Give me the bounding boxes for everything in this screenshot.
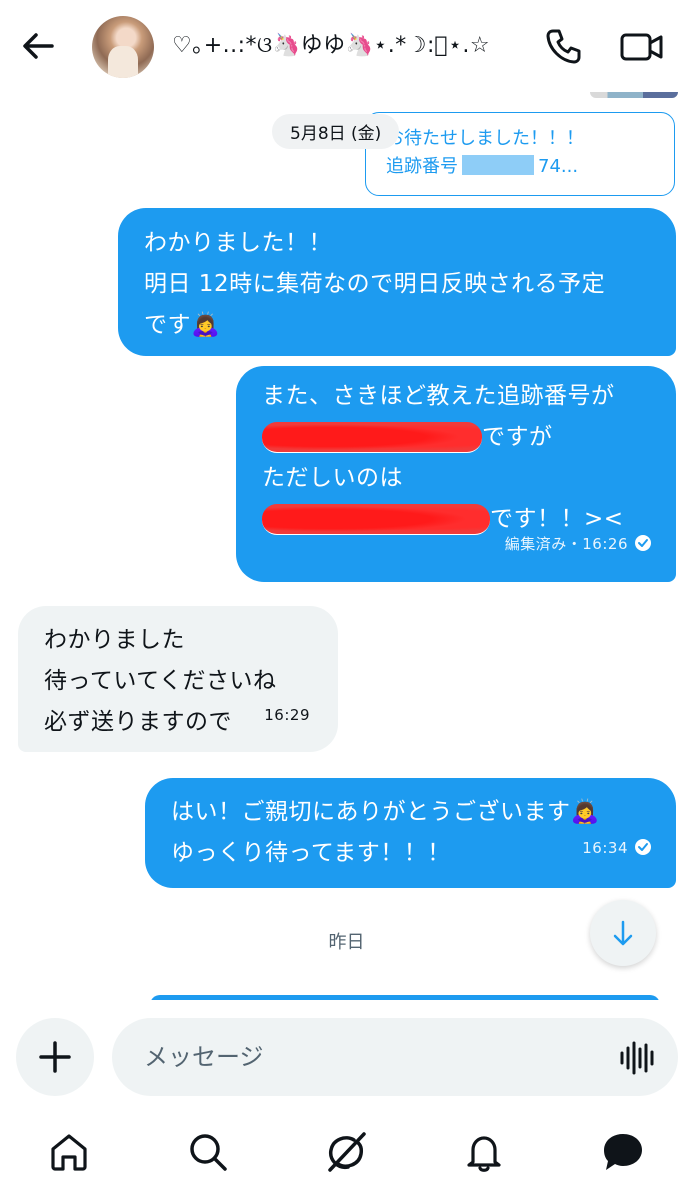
message-bubble-outgoing[interactable]: わかりました！！ 明日 12時に集荷なので明日反映される予定 です🙇‍♀️ xyxy=(118,208,676,356)
message-line: 明日 12時に集荷なので明日反映される予定 xyxy=(144,271,606,297)
nav-messages[interactable] xyxy=(601,1130,645,1174)
reply-preview[interactable]: お待たせしました！！！ 追跡番号 74... xyxy=(365,112,675,196)
redacted-tracking-number[interactable] xyxy=(262,422,482,453)
nav-notifications[interactable] xyxy=(462,1130,506,1174)
message-input-container xyxy=(112,1018,678,1096)
video-camera-icon xyxy=(620,33,663,61)
read-check-icon xyxy=(634,527,652,568)
phone-icon xyxy=(546,29,581,64)
home-icon xyxy=(51,1134,87,1171)
message-timestamp: 16:34 xyxy=(582,839,628,857)
message-line: わかりました xyxy=(44,627,185,653)
message-bubble-incoming[interactable]: わかりました 待っていてくださいね 必ず送りますので 16:29 xyxy=(18,606,338,752)
conversation-header: ♡｡+..:*ଓ🦄ゆゆ🦄⋆.*☽:ﾟ⋆.☆ xyxy=(0,0,693,92)
message-timestamp: 16:29 xyxy=(264,706,310,724)
message-line: ゆっくり待ってます！！！ xyxy=(171,840,451,866)
message-line: また、さきほど教えた追跡番号が xyxy=(262,383,615,409)
message-input[interactable] xyxy=(142,1036,586,1078)
message-line: はい！ご親切にありがとうございます🙇‍♀️ xyxy=(171,799,600,825)
video-call-button[interactable] xyxy=(618,26,666,66)
grok-icon xyxy=(328,1132,366,1172)
plus-icon xyxy=(39,1041,71,1073)
message-composer xyxy=(0,1000,693,1110)
message-bubble-outgoing[interactable]: また、さきほど教えた追跡番号が ですが ただしいのは です！！>< 編集済み・1… xyxy=(236,366,676,582)
message-line: ただしいのは xyxy=(262,465,403,491)
voice-message-button[interactable] xyxy=(617,1040,657,1076)
message-meta: 編集済み・16:26 xyxy=(505,524,652,568)
back-button[interactable] xyxy=(18,26,58,66)
message-line: です🙇‍♀️ xyxy=(144,312,221,338)
arrow-down-icon xyxy=(613,920,633,946)
redacted-tracking-number[interactable] xyxy=(262,504,490,535)
message-list[interactable]: お待たせしました！！！ 追跡番号 74... 5月8日 (金) わかりました！！ … xyxy=(0,92,693,1000)
previous-media-thumbnail[interactable] xyxy=(590,92,678,98)
reply-preview-line1: お待たせしました！！！ xyxy=(386,128,584,149)
scroll-to-bottom-button[interactable] xyxy=(590,900,656,966)
nav-grok[interactable] xyxy=(324,1130,368,1174)
messages-icon xyxy=(604,1134,642,1170)
message-line: わかりました！！ xyxy=(144,230,332,256)
message-bubble-outgoing[interactable]: はい！ご親切にありがとうございます🙇‍♀️ ゆっくり待ってます！！！ 16:34 xyxy=(145,778,676,888)
reply-preview-suffix: 74... xyxy=(538,156,579,177)
redaction xyxy=(462,155,534,175)
bottom-navigation xyxy=(0,1110,693,1200)
reply-preview-line2: 追跡番号 74... xyxy=(386,153,654,181)
bell-icon xyxy=(467,1136,501,1172)
message-line: ですが xyxy=(262,417,650,458)
waveform-icon xyxy=(620,1041,654,1075)
contact-name[interactable]: ♡｡+..:*ଓ🦄ゆゆ🦄⋆.*☽:ﾟ⋆.☆ xyxy=(172,30,490,62)
date-separator: 5月8日 (金) xyxy=(272,114,400,149)
reply-preview-prefix: 追跡番号 xyxy=(386,156,458,177)
search-icon xyxy=(190,1134,227,1171)
message-text: ですが xyxy=(482,424,553,450)
avatar[interactable] xyxy=(92,16,154,78)
nav-home[interactable] xyxy=(47,1130,91,1174)
add-attachment-button[interactable] xyxy=(16,1018,94,1096)
call-button[interactable] xyxy=(544,26,584,66)
message-timestamp: 編集済み・16:26 xyxy=(504,535,628,553)
nav-search[interactable] xyxy=(186,1130,230,1174)
read-check-icon xyxy=(634,831,652,872)
arrow-left-icon xyxy=(23,33,54,59)
message-meta: 16:34 xyxy=(582,828,652,872)
